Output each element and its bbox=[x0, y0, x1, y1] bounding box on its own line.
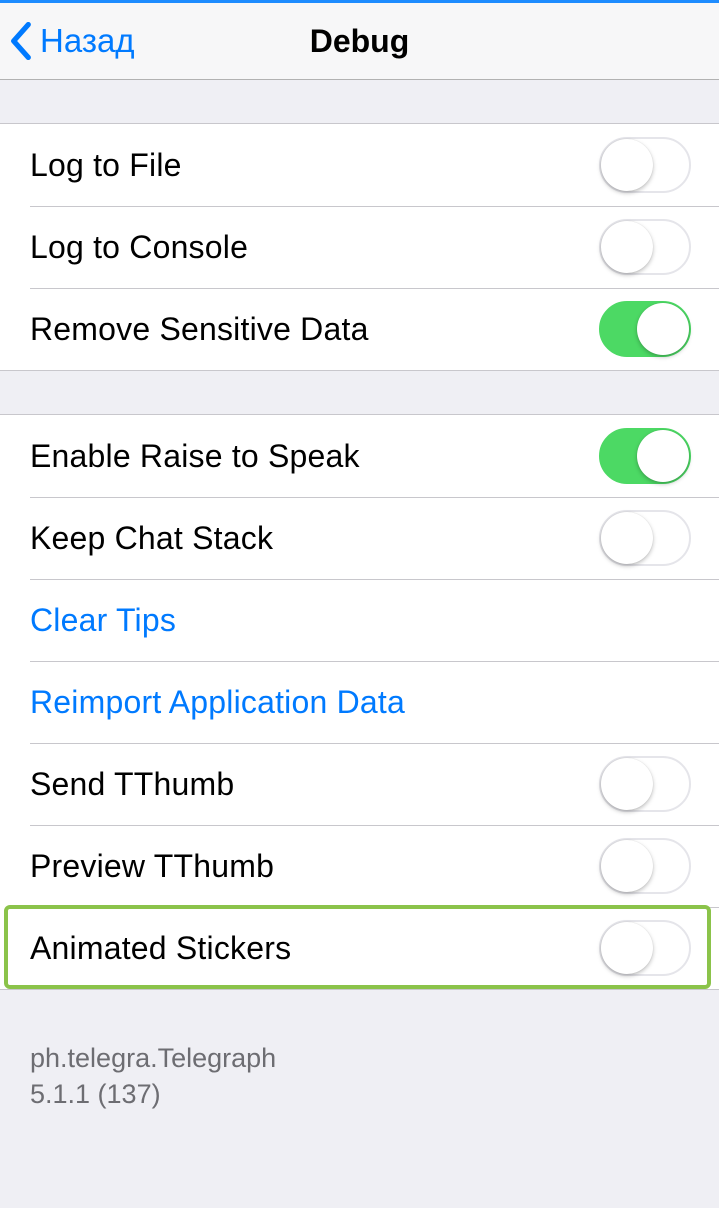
navigation-bar: Назад Debug bbox=[0, 3, 719, 80]
row-keep-chat-stack: Keep Chat Stack bbox=[0, 497, 719, 579]
row-label: Preview TThumb bbox=[30, 848, 274, 885]
row-enable-raise-to-speak: Enable Raise to Speak bbox=[0, 415, 719, 497]
row-reimport-application-data[interactable]: Reimport Application Data bbox=[0, 661, 719, 743]
row-label: Animated Stickers bbox=[30, 930, 291, 967]
row-label: Log to File bbox=[30, 147, 182, 184]
row-animated-stickers: Animated Stickers bbox=[0, 907, 719, 989]
switch-send-tthumb[interactable] bbox=[599, 756, 691, 812]
settings-group-misc: Enable Raise to Speak Keep Chat Stack Cl… bbox=[0, 414, 719, 990]
row-label: Send TThumb bbox=[30, 766, 234, 803]
row-clear-tips[interactable]: Clear Tips bbox=[0, 579, 719, 661]
row-log-to-file: Log to File bbox=[0, 124, 719, 206]
footer-version: 5.1.1 (137) bbox=[30, 1076, 689, 1112]
row-label: Enable Raise to Speak bbox=[30, 438, 360, 475]
switch-keep-chat-stack[interactable] bbox=[599, 510, 691, 566]
back-label: Назад bbox=[40, 22, 135, 60]
settings-group-logging: Log to File Log to Console Remove Sensit… bbox=[0, 123, 719, 371]
switch-log-to-console[interactable] bbox=[599, 219, 691, 275]
switch-preview-tthumb[interactable] bbox=[599, 838, 691, 894]
section-gap bbox=[0, 371, 719, 414]
back-button[interactable]: Назад bbox=[0, 22, 135, 60]
switch-log-to-file[interactable] bbox=[599, 137, 691, 193]
row-preview-tthumb: Preview TThumb bbox=[0, 825, 719, 907]
row-remove-sensitive-data: Remove Sensitive Data bbox=[0, 288, 719, 370]
switch-enable-raise-to-speak[interactable] bbox=[599, 428, 691, 484]
row-log-to-console: Log to Console bbox=[0, 206, 719, 288]
row-label: Keep Chat Stack bbox=[30, 520, 273, 557]
switch-animated-stickers[interactable] bbox=[599, 920, 691, 976]
footer-bundle-id: ph.telegra.Telegraph bbox=[30, 1040, 689, 1076]
row-label: Log to Console bbox=[30, 229, 248, 266]
switch-remove-sensitive-data[interactable] bbox=[599, 301, 691, 357]
row-send-tthumb: Send TThumb bbox=[0, 743, 719, 825]
chevron-left-icon bbox=[10, 22, 32, 60]
row-label: Remove Sensitive Data bbox=[30, 311, 369, 348]
section-gap bbox=[0, 80, 719, 123]
footer-info: ph.telegra.Telegraph 5.1.1 (137) bbox=[0, 990, 719, 1113]
row-label: Reimport Application Data bbox=[30, 684, 405, 721]
row-label: Clear Tips bbox=[30, 602, 176, 639]
